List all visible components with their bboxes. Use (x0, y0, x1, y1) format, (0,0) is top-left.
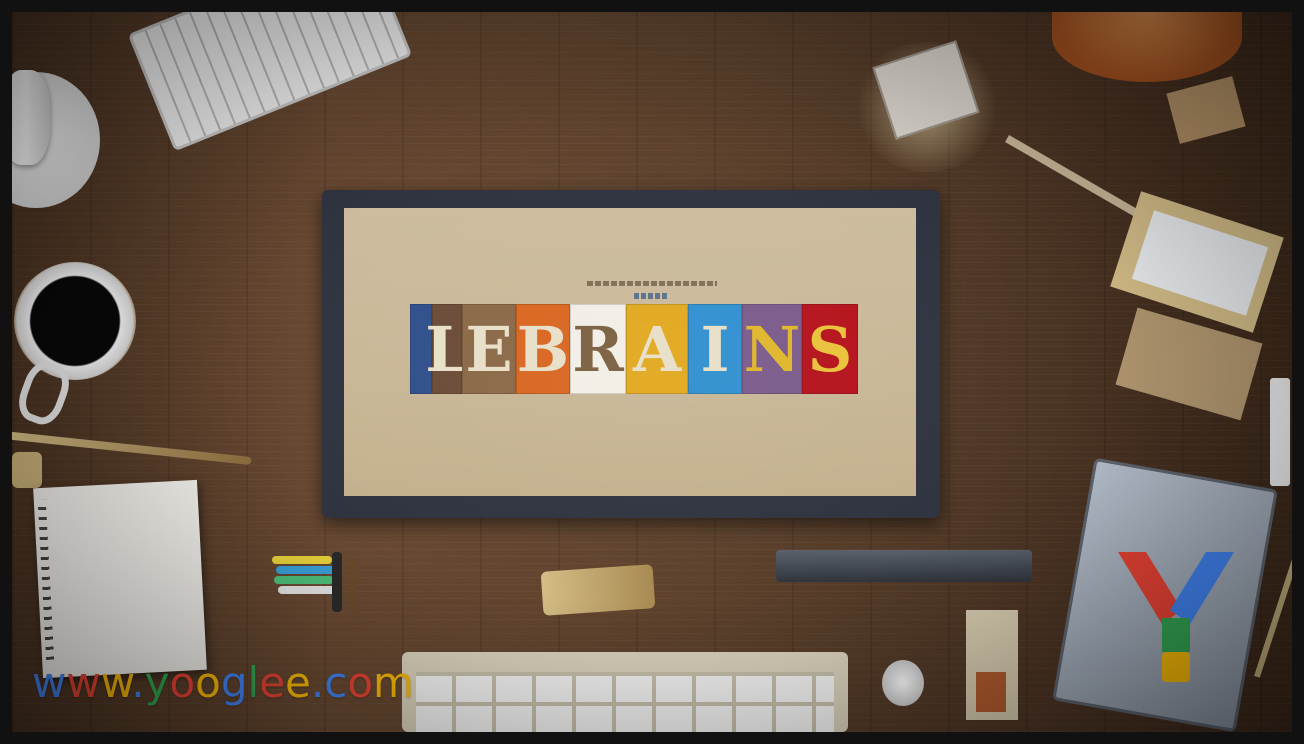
marker (278, 586, 338, 594)
keyboard-bottom (402, 652, 848, 732)
bowl (1052, 12, 1242, 82)
pen-cap (12, 452, 42, 488)
letter-tile: B (516, 304, 570, 394)
monitor: L E B R A I N S (322, 190, 940, 518)
watermark-letter: o (169, 658, 196, 707)
coffee-mug (14, 262, 136, 380)
brush (540, 564, 656, 616)
watermark-letter: w (66, 658, 101, 707)
pen (12, 430, 252, 466)
watermark-letter: e (259, 658, 286, 707)
marker (332, 552, 342, 612)
desk-photo: L E B R A I N S www.yooglee.com (12, 12, 1292, 732)
letter-tile: S (802, 304, 858, 394)
letter-tile: N (742, 304, 802, 394)
marker (276, 566, 336, 574)
logo-green (1162, 618, 1190, 652)
letter-tile: R (570, 304, 626, 394)
watermark-letter: o (195, 658, 221, 707)
logo-red (1118, 552, 1182, 624)
watermark-letter: w (100, 658, 132, 707)
logo-blue (1170, 552, 1234, 624)
letter-tile: L (425, 304, 469, 394)
watermark-letter: w (32, 658, 67, 707)
watermark-letter: c (324, 658, 348, 707)
watermark-letter: l (247, 658, 260, 707)
watermark: www.yooglee.com (32, 658, 414, 707)
y-logo-icon (1118, 552, 1234, 682)
screen-text-line (634, 293, 668, 299)
marker (272, 556, 332, 564)
watermark-letter: g (220, 658, 248, 707)
watermark-letter: . (131, 658, 145, 707)
screen-text-line (587, 281, 717, 286)
watermark-letter: m (373, 658, 414, 707)
letter-tiles: L E B R A I N S (410, 304, 858, 394)
watermark-letter: e (285, 658, 311, 707)
keyboard-keys (416, 672, 834, 732)
cup (12, 70, 50, 165)
clock-icon (882, 660, 924, 706)
block (1166, 76, 1246, 144)
watermark-letter: o (347, 658, 374, 707)
tag-inner (976, 672, 1006, 712)
phone (1270, 378, 1290, 486)
logo-yellow (1162, 652, 1190, 682)
monitor-screen: L E B R A I N S (344, 208, 916, 496)
letter-tile: A (626, 304, 688, 394)
markers (272, 552, 362, 622)
marker (274, 576, 334, 584)
pencil-case (776, 550, 1032, 582)
watermark-letter: . (310, 658, 325, 707)
letter-tile: I (688, 304, 742, 394)
watermark-letter: y (144, 658, 170, 707)
notepad (33, 479, 207, 679)
stick (1005, 135, 1139, 217)
letter-tile: E (462, 304, 516, 394)
keyboard-top (127, 12, 413, 152)
marker (350, 558, 356, 614)
